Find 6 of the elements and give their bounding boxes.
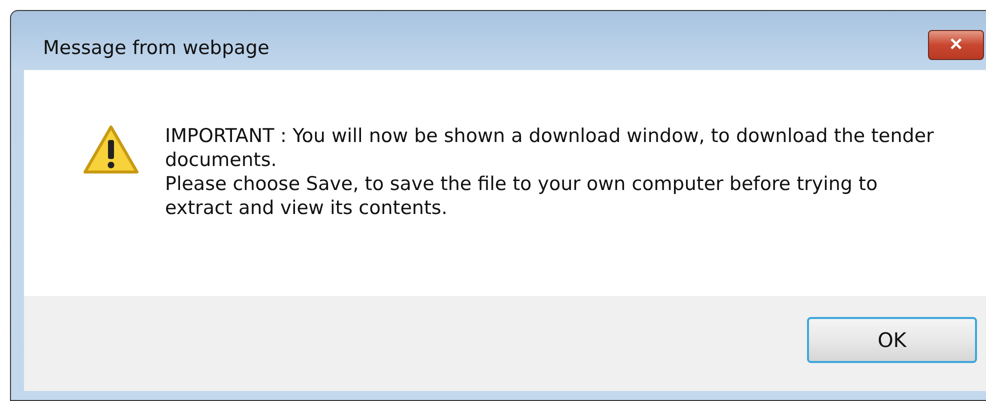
warning-icon (82, 124, 140, 176)
close-button[interactable]: ✕ (928, 30, 984, 60)
window-title: Message from webpage (42, 36, 270, 58)
ok-button[interactable]: OK (807, 316, 977, 362)
message-text: IMPORTANT : You will now be shown a download window, to download the tender documents. (165, 124, 935, 172)
message-text: Please choose Save, to save the file to your own computer before trying to extract and view its contents. (165, 172, 879, 220)
